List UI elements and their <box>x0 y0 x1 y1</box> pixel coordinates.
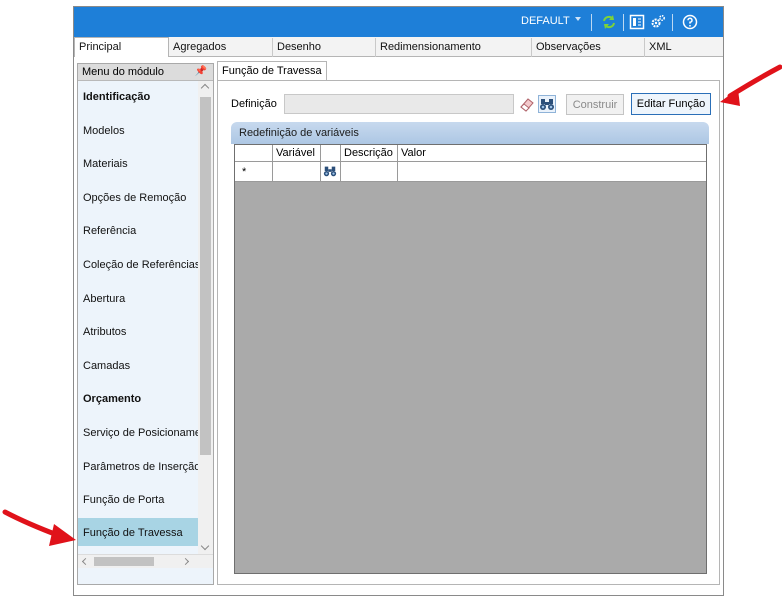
variables-grid[interactable]: Variável Descrição Valor * <box>234 144 707 574</box>
tab-xml[interactable]: XML <box>645 38 723 57</box>
grid-header-variavel[interactable]: Variável <box>273 145 321 161</box>
sidebar-item-funcao-de-porta[interactable]: Função de Porta <box>78 490 198 512</box>
annotation-arrow-travessa-icon <box>2 509 76 546</box>
grid-new-row[interactable]: * <box>235 162 706 182</box>
module-menu: Menu do módulo 📌 Identificação Modelos M… <box>77 63 214 585</box>
toolbar-separator <box>623 14 624 31</box>
sidebar-item-orcamento[interactable]: Orçamento <box>78 389 198 411</box>
grid-header-descricao[interactable]: Descrição <box>341 145 398 161</box>
scroll-up-icon[interactable] <box>200 83 210 93</box>
sidebar-item-referencia[interactable]: Referência <box>78 221 198 243</box>
refresh-icon[interactable] <box>601 14 617 30</box>
binoculars-icon[interactable] <box>323 164 337 178</box>
scroll-thumb[interactable] <box>94 557 154 566</box>
eraser-icon[interactable] <box>518 96 536 112</box>
cell-descricao[interactable] <box>341 162 398 181</box>
toolbar-separator <box>672 14 673 31</box>
sidebar-item-funcao-de-travessa[interactable]: Função de Travessa <box>78 518 198 546</box>
sidebar-item-modelos[interactable]: Modelos <box>78 121 198 143</box>
settings-icon[interactable] <box>650 14 666 30</box>
new-row-marker: * <box>235 162 273 181</box>
editar-funcao-button[interactable]: Editar Função <box>631 93 711 115</box>
toolbar-separator <box>591 14 592 31</box>
pin-icon[interactable]: 📌 <box>195 66 207 77</box>
sidebar-item-servico-de-posicionamento[interactable]: Serviço de Posicionamen <box>78 423 198 445</box>
tab-funcao-de-travessa[interactable]: Função de Travessa <box>217 61 327 81</box>
sidebar-horizontal-scrollbar[interactable] <box>78 554 213 568</box>
sidebar-item-parametros-de-insercao[interactable]: Parâmetros de Inserção <box>78 457 198 479</box>
scroll-left-icon[interactable] <box>81 557 90 566</box>
scroll-thumb[interactable] <box>200 97 211 455</box>
module-menu-list: Identificação Modelos Materiais Opções d… <box>78 81 198 554</box>
sidebar-item-colecao-de-referencias[interactable]: Coleção de Referências <box>78 255 198 277</box>
definition-label: Definição <box>231 98 277 110</box>
profile-selector[interactable]: DEFAULT <box>521 15 570 27</box>
dropdown-caret-icon[interactable] <box>575 17 581 21</box>
sidebar-item-abertura[interactable]: Abertura <box>78 289 198 311</box>
tab-redimensionamento[interactable]: Redimensionamento <box>376 38 532 57</box>
tab-principal[interactable]: Principal <box>74 37 169 57</box>
module-menu-title: Menu do módulo <box>82 66 164 78</box>
tab-observacoes[interactable]: Observações <box>532 38 645 57</box>
sidebar-item-materiais[interactable]: Materiais <box>78 154 198 176</box>
tab-agregados[interactable]: Agregados <box>169 38 273 57</box>
grid-header-lookup <box>321 145 341 161</box>
cell-lookup[interactable] <box>321 162 341 181</box>
binoculars-icon <box>540 99 554 110</box>
tab-desenho[interactable]: Desenho <box>273 38 376 57</box>
module-window: DEFAULT Principal Agregados Desenho Redi… <box>73 6 724 596</box>
cell-valor[interactable] <box>398 162 706 181</box>
grid-header-valor[interactable]: Valor <box>398 145 706 161</box>
construir-button[interactable]: Construir <box>566 94 624 115</box>
main-tabs: Principal Agregados Desenho Redimensiona… <box>74 37 723 57</box>
grid-header-row: Variável Descrição Valor <box>235 145 706 162</box>
sidebar-item-camadas[interactable]: Camadas <box>78 356 198 378</box>
group-redefinicao-header: Redefinição de variáveis <box>231 122 709 144</box>
binoculars-search-button[interactable] <box>538 95 556 113</box>
layout-icon[interactable] <box>629 14 645 30</box>
grid-header-selector <box>235 145 273 161</box>
sidebar-item-identificacao[interactable]: Identificação <box>78 87 198 109</box>
sidebar-item-atributos[interactable]: Atributos <box>78 322 198 344</box>
definition-field[interactable] <box>284 94 514 114</box>
module-menu-header: Menu do módulo 📌 <box>78 64 213 81</box>
sidebar-item-opcoes-de-remocao[interactable]: Opções de Remoção <box>78 188 198 210</box>
funcao-travessa-panel: Definição Construir Editar Função Redefi… <box>217 80 720 585</box>
annotation-arrow-editar-icon <box>720 64 782 106</box>
sidebar-vertical-scrollbar[interactable] <box>198 81 213 554</box>
title-bar: DEFAULT <box>74 7 723 37</box>
scroll-down-icon[interactable] <box>200 541 210 551</box>
help-icon[interactable] <box>682 14 698 30</box>
cell-variavel[interactable] <box>273 162 321 181</box>
scroll-right-icon[interactable] <box>181 557 190 566</box>
